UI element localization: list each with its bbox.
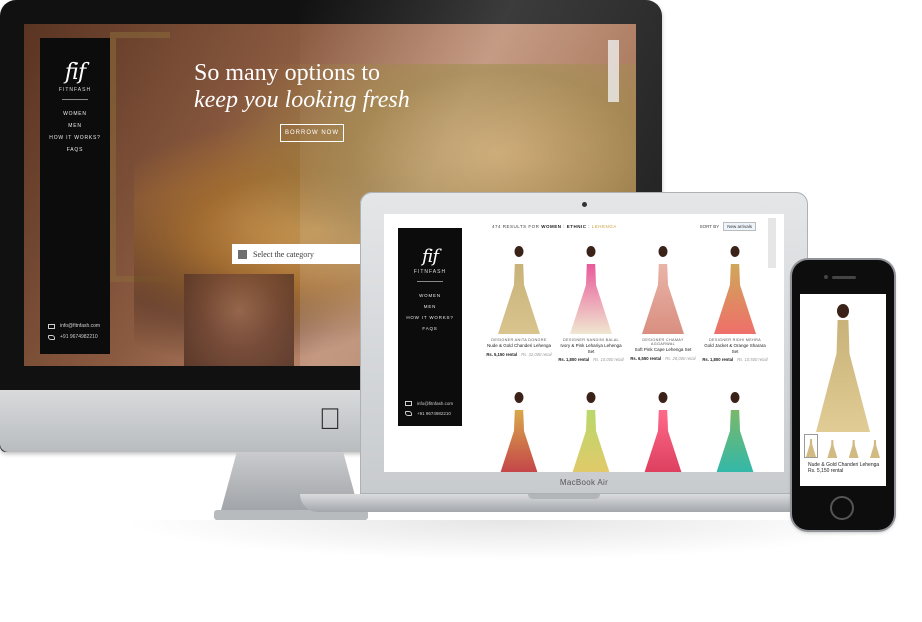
product-name[interactable]: Ivory & Pink Lehariya Lehenga Set bbox=[558, 343, 624, 354]
nav-item-how-it-works[interactable]: HOW IT WORKS? bbox=[398, 312, 462, 323]
product-name[interactable]: Gold Jacket & Orange Sharara Set bbox=[702, 343, 768, 354]
product-name[interactable]: Soft Pink Cape Lehenga Set bbox=[630, 347, 696, 353]
macbook-device: fif FITNFASH WOMEN MEN HOW IT WORKS? FAQ… bbox=[360, 192, 808, 494]
home-button[interactable] bbox=[830, 496, 854, 520]
product-grid: DESIGNER ANITA DONGRE Nude & Gold Chande… bbox=[486, 242, 768, 472]
contact-email[interactable]: info@fitnfash.com bbox=[417, 401, 453, 406]
product-price: Rs. 6,550 rental Rs. 28,000 retail bbox=[630, 355, 696, 361]
results-breadcrumb: 474 RESULTS FOR WOMEN : ETHNIC : LEHENGA bbox=[492, 224, 617, 229]
contact-info: info@fitnfash.com +91 9674982210 bbox=[405, 396, 453, 416]
sort-select[interactable]: New arrivals bbox=[723, 222, 756, 231]
breadcrumb-women[interactable]: WOMEN bbox=[541, 224, 561, 229]
sidebar: fif FITNFASH WOMEN MEN HOW IT WORKS? FAQ… bbox=[398, 228, 462, 426]
phone-icon bbox=[48, 334, 55, 340]
product-card[interactable] bbox=[486, 388, 552, 472]
logo-wordmark: FITNFASH bbox=[58, 87, 92, 93]
hero-headline: So many options to keep you looking fres… bbox=[194, 60, 494, 114]
product-price: Rs. 1,800 rental Rs. 10,500 retail bbox=[702, 357, 768, 362]
apple-icon:  bbox=[316, 404, 344, 436]
product-card[interactable]: DESIGNER NANDINI BALAL Ivory & Pink Leha… bbox=[558, 242, 624, 378]
contact-phone[interactable]: +91 9674982210 bbox=[60, 334, 98, 340]
iphone-device: Nude & Gold Chanderi Lehenga Rs. 5,150 r… bbox=[792, 260, 894, 530]
product-thumbnails bbox=[804, 434, 882, 458]
contact-info: info@fitnfash.com +91 9674982210 bbox=[48, 318, 100, 340]
nav-item-women[interactable]: WOMEN bbox=[40, 108, 110, 120]
product-card[interactable]: DESIGNER ANITA DONGRE Nude & Gold Chande… bbox=[486, 242, 552, 378]
product-designer: DESIGNER ANITA DONGRE bbox=[491, 338, 547, 342]
thumbnail[interactable] bbox=[804, 434, 818, 458]
product-card[interactable]: DESIGNER CHAMAY AGGARWAL Soft Pink Cape … bbox=[630, 242, 696, 378]
logo[interactable]: fif bbox=[40, 60, 110, 85]
sidebar: fif FITNFASH WOMEN MEN HOW IT WORKS? FAQ… bbox=[40, 38, 110, 354]
sidebar-nav: WOMEN MEN HOW IT WORKS? FAQS bbox=[398, 290, 462, 334]
product-image[interactable] bbox=[630, 242, 696, 334]
nav-item-how-it-works[interactable]: HOW IT WORKS? bbox=[40, 132, 110, 144]
category-select-placeholder: Select the category bbox=[253, 249, 314, 259]
scrollbar-thumb[interactable] bbox=[768, 218, 776, 268]
product-image[interactable] bbox=[558, 242, 624, 334]
logo-wordmark: FITNFASH bbox=[413, 269, 447, 275]
scrollbar-thumb[interactable] bbox=[608, 40, 619, 102]
thumbnail[interactable] bbox=[868, 434, 882, 458]
thumbnail[interactable] bbox=[825, 434, 839, 458]
product-detail-page: Nude & Gold Chanderi Lehenga Rs. 5,150 r… bbox=[800, 294, 886, 486]
hero-headline-line1: So many options to bbox=[194, 60, 381, 86]
macbook-notch bbox=[528, 494, 600, 499]
dropdown-square-icon bbox=[238, 249, 247, 259]
camera-icon bbox=[824, 275, 828, 279]
product-image[interactable] bbox=[702, 242, 768, 334]
product-image[interactable] bbox=[630, 388, 696, 472]
contact-phone[interactable]: +91 9674982210 bbox=[417, 411, 451, 416]
nav-item-men[interactable]: MEN bbox=[398, 301, 462, 312]
nav-item-men[interactable]: MEN bbox=[40, 120, 110, 132]
contact-email[interactable]: info@fitnfash.com bbox=[60, 323, 100, 329]
product-price: Rs. 1,800 rental Rs. 10,000 retail bbox=[558, 357, 624, 362]
thumbnail[interactable] bbox=[847, 434, 861, 458]
camera-icon bbox=[582, 202, 587, 207]
product-card[interactable] bbox=[702, 388, 768, 472]
listing-page: fif FITNFASH WOMEN MEN HOW IT WORKS? FAQ… bbox=[384, 214, 784, 472]
speaker-grille bbox=[832, 276, 856, 279]
product-main-image[interactable] bbox=[814, 300, 872, 432]
nav-item-faqs[interactable]: FAQS bbox=[398, 323, 462, 334]
product-designer: DESIGNER CHAMAY AGGARWAL bbox=[642, 338, 684, 346]
product-card[interactable] bbox=[630, 388, 696, 472]
device-label: MacBook Air bbox=[559, 478, 609, 487]
divider bbox=[417, 281, 443, 282]
product-image[interactable] bbox=[486, 242, 552, 334]
sort-control: SORT BY New arrivals bbox=[700, 222, 756, 231]
nav-item-faqs[interactable]: FAQS bbox=[40, 144, 110, 156]
sort-label: SORT BY bbox=[699, 224, 720, 229]
breadcrumb-ethnic[interactable]: ETHNIC bbox=[567, 224, 587, 229]
mail-icon bbox=[405, 401, 412, 406]
breadcrumb-lehenga[interactable]: LEHENGA bbox=[592, 224, 617, 229]
product-image[interactable] bbox=[702, 388, 768, 472]
floor-shadow bbox=[120, 520, 900, 560]
product-image[interactable] bbox=[558, 388, 624, 472]
product-price: Rs. 5,150 rental Rs. 32,000 retail bbox=[486, 351, 552, 357]
hero-headline-line2: keep you looking fresh bbox=[194, 87, 410, 113]
sidebar-nav: WOMEN MEN HOW IT WORKS? FAQS bbox=[40, 108, 110, 156]
product-summary: Nude & Gold Chanderi Lehenga Rs. 5,150 r… bbox=[808, 462, 879, 474]
results-count: 474 RESULTS FOR bbox=[492, 224, 540, 229]
product-card[interactable]: DESIGNER RIDHI MEHRA Gold Jacket & Orang… bbox=[702, 242, 768, 378]
logo[interactable]: fif bbox=[398, 246, 462, 267]
product-image[interactable] bbox=[486, 388, 552, 472]
mail-icon bbox=[48, 323, 55, 329]
divider bbox=[62, 99, 88, 100]
product-price: Rs. 5,150 rental bbox=[808, 468, 844, 474]
phone-icon bbox=[405, 411, 412, 416]
nav-item-women[interactable]: WOMEN bbox=[398, 290, 462, 301]
borrow-now-button[interactable]: BORROW NOW bbox=[280, 124, 344, 142]
hero-ornament-decoration bbox=[184, 274, 294, 366]
product-designer: DESIGNER NANDINI BALAL bbox=[563, 338, 619, 342]
product-designer: DESIGNER RIDHI MEHRA bbox=[709, 338, 761, 342]
product-name[interactable]: Nude & Gold Chanderi Lehenga bbox=[486, 343, 552, 349]
product-card[interactable] bbox=[558, 388, 624, 472]
